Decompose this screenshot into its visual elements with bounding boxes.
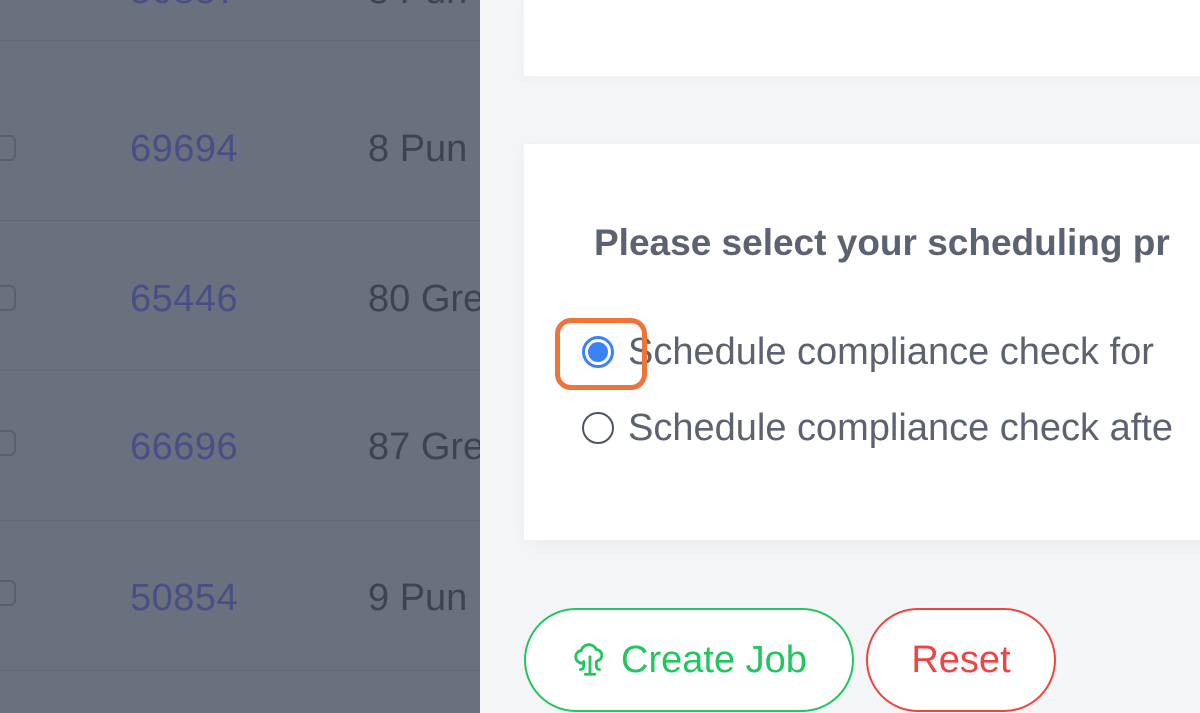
- row-id: 50854: [130, 577, 239, 619]
- radio-selected[interactable]: [582, 336, 614, 368]
- scheduling-question: Please select your scheduling pr: [594, 222, 1170, 263]
- row-id: 69694: [130, 128, 239, 170]
- table-row: 65446 80 Gre: [0, 220, 480, 371]
- row-address: 8 Pun: [368, 128, 468, 170]
- row-address: 9 Pun: [368, 577, 468, 619]
- table-row: 69694 8 Pun: [0, 70, 480, 221]
- option-label: Schedule compliance check afte: [628, 406, 1173, 449]
- reset-label: Reset: [911, 638, 1011, 681]
- row-checkbox: [0, 430, 16, 456]
- row-id: 65446: [130, 278, 239, 320]
- scheduling-card: Please select your scheduling pr Schedul…: [524, 144, 1200, 540]
- table-row: 50857 8 Pun: [0, 0, 480, 41]
- row-checkbox: [0, 285, 16, 311]
- row-address: 80 Gre: [368, 278, 480, 320]
- schedule-option-for[interactable]: Schedule compliance check for: [582, 330, 1154, 374]
- radio-dot: [588, 342, 608, 362]
- background-table-overlay[interactable]: 50857 8 Pun 69694 8 Pun 65446 80 Gre 666…: [0, 0, 480, 713]
- row-checkbox: [0, 580, 16, 606]
- top-card: [524, 0, 1200, 76]
- row-address: 87 Gre: [368, 426, 480, 468]
- table-row: 66696 87 Gre: [0, 370, 480, 521]
- schedule-option-after[interactable]: Schedule compliance check afte: [582, 406, 1173, 450]
- radio-unselected[interactable]: [582, 412, 614, 444]
- row-checkbox: [0, 135, 16, 161]
- side-panel: Please select your scheduling pr Schedul…: [480, 0, 1200, 713]
- row-id: 50857: [130, 0, 238, 13]
- row-address: 8 Pun: [368, 0, 467, 13]
- reset-button[interactable]: Reset: [866, 608, 1056, 712]
- row-id: 66696: [130, 426, 239, 468]
- create-job-label: Create Job: [621, 638, 807, 681]
- cloud-job-icon: [574, 643, 604, 676]
- screen: 50857 8 Pun 69694 8 Pun 65446 80 Gre 666…: [0, 0, 1200, 713]
- create-job-button[interactable]: Create Job: [524, 608, 854, 712]
- option-label: Schedule compliance check for: [628, 330, 1154, 373]
- table-row: 50854 9 Pun: [0, 520, 480, 671]
